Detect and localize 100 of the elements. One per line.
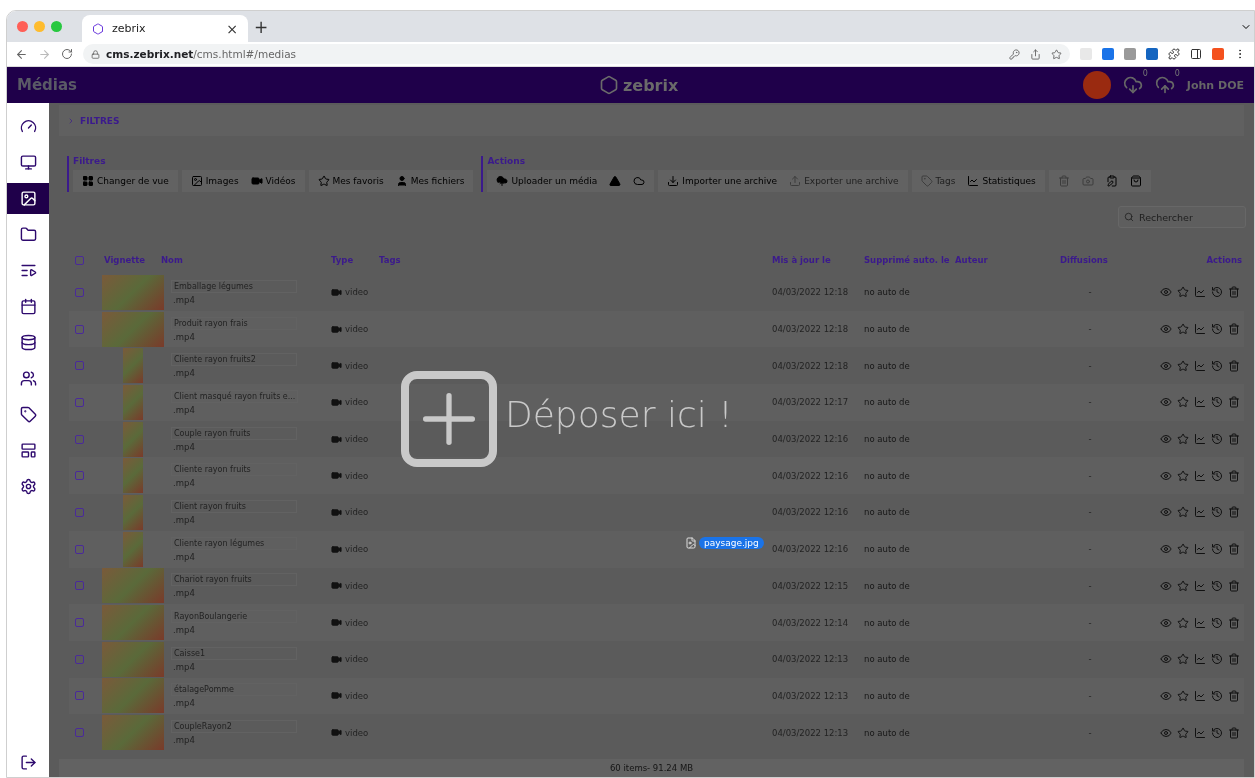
history-button[interactable] (1211, 726, 1223, 739)
delete-button[interactable] (1228, 323, 1240, 336)
favorite-button[interactable] (1177, 396, 1189, 409)
filters-toggle[interactable]: FILTRES (59, 105, 1244, 136)
extensions-icon[interactable] (1168, 48, 1180, 60)
delete-button[interactable] (1228, 433, 1240, 446)
history-button[interactable] (1211, 506, 1223, 519)
delete-button[interactable] (1228, 689, 1240, 702)
preview-button[interactable] (1160, 286, 1172, 299)
statistics-button[interactable] (1194, 433, 1206, 446)
delete-button[interactable] (1228, 579, 1240, 592)
statistics-button[interactable] (1194, 653, 1206, 666)
history-button[interactable] (1211, 396, 1223, 409)
preview-button[interactable] (1160, 396, 1172, 409)
history-button[interactable] (1211, 689, 1223, 702)
forward-icon[interactable] (38, 47, 51, 61)
statistics-button[interactable] (1194, 323, 1206, 336)
preview-button[interactable] (1160, 359, 1172, 372)
preview-button[interactable] (1160, 579, 1172, 592)
column-header[interactable]: Type (331, 255, 379, 265)
select-all-checkbox[interactable] (75, 255, 84, 265)
row-checkbox[interactable] (75, 544, 84, 554)
column-header[interactable]: Supprimé auto. le (864, 255, 955, 265)
preview-button[interactable] (1160, 616, 1172, 629)
statistics-button[interactable] (1194, 396, 1206, 409)
column-header[interactable]: Vignette (104, 255, 161, 265)
address-bar[interactable]: cms.zebrix.net/cms.html#/medias (83, 44, 1070, 64)
preview-button[interactable] (1160, 689, 1172, 702)
toolbar-button[interactable]: Changer de vue (77, 172, 174, 190)
favorite-button[interactable] (1177, 543, 1189, 556)
bookmark-star-icon[interactable] (1051, 48, 1062, 60)
preview-button[interactable] (1160, 433, 1172, 446)
cloud-download-icon[interactable] (1122, 75, 1143, 95)
browser-tab[interactable]: zebrix × (82, 15, 248, 42)
favorite-button[interactable] (1177, 359, 1189, 372)
avatar[interactable] (1082, 71, 1111, 99)
row-checkbox[interactable] (75, 618, 84, 628)
favorite-button[interactable] (1177, 469, 1189, 482)
close-tab-button[interactable]: × (226, 20, 238, 37)
delete-button[interactable] (1228, 653, 1240, 666)
row-checkbox[interactable] (75, 471, 84, 481)
profile-icon[interactable] (1212, 48, 1224, 60)
maximize-window-dot[interactable] (51, 21, 62, 32)
preview-button[interactable] (1160, 469, 1172, 482)
search-field[interactable]: Rechercher (1118, 206, 1246, 228)
delete-button[interactable] (1228, 286, 1240, 299)
new-tab-button[interactable]: + (254, 16, 269, 37)
history-button[interactable] (1211, 543, 1223, 556)
preview-button[interactable] (1160, 323, 1172, 336)
favorite-button[interactable] (1177, 579, 1189, 592)
extension-icon[interactable] (1102, 48, 1114, 60)
cloud-upload-icon[interactable] (1154, 75, 1175, 95)
row-checkbox[interactable] (75, 287, 84, 297)
toolbar-button[interactable]: Uploader un média (491, 172, 603, 190)
reload-icon[interactable] (61, 48, 73, 60)
back-icon[interactable] (15, 47, 28, 61)
row-checkbox[interactable] (75, 507, 84, 517)
favorite-button[interactable] (1177, 616, 1189, 629)
statistics-button[interactable] (1194, 359, 1206, 372)
statistics-button[interactable] (1194, 726, 1206, 739)
row-checkbox[interactable] (75, 691, 84, 701)
toolbar-button[interactable]: Vidéos (245, 172, 301, 190)
toolbar-button[interactable]: Mes favoris (312, 172, 389, 190)
statistics-button[interactable] (1194, 469, 1206, 482)
extension-icon[interactable] (1146, 48, 1158, 60)
statistics-button[interactable] (1194, 506, 1206, 519)
delete-button[interactable] (1228, 506, 1240, 519)
history-button[interactable] (1211, 359, 1223, 372)
statistics-button[interactable] (1194, 616, 1206, 629)
column-header[interactable]: Tags (379, 255, 772, 265)
statistics-button[interactable] (1194, 286, 1206, 299)
share-icon[interactable] (1030, 48, 1041, 60)
delete-button[interactable] (1228, 616, 1240, 629)
history-button[interactable] (1211, 323, 1223, 336)
row-checkbox[interactable] (75, 324, 84, 334)
delete-button[interactable] (1228, 359, 1240, 372)
extension-icon[interactable] (1124, 48, 1136, 60)
favorite-button[interactable] (1177, 286, 1189, 299)
preview-button[interactable] (1160, 726, 1172, 739)
column-header[interactable]: Nom (161, 255, 331, 265)
statistics-button[interactable] (1194, 689, 1206, 702)
side-panel-icon[interactable] (1190, 48, 1202, 60)
row-checkbox[interactable] (75, 728, 84, 738)
preview-button[interactable] (1160, 543, 1172, 556)
row-checkbox[interactable] (75, 397, 84, 407)
favorite-button[interactable] (1177, 653, 1189, 666)
history-button[interactable] (1211, 433, 1223, 446)
column-header[interactable]: Mis à jour le (772, 255, 864, 265)
statistics-button[interactable] (1194, 543, 1206, 556)
row-checkbox[interactable] (75, 581, 84, 591)
history-button[interactable] (1211, 653, 1223, 666)
preview-button[interactable] (1160, 506, 1172, 519)
toolbar-button[interactable]: Statistiques (962, 172, 1041, 190)
close-window-dot[interactable] (17, 21, 28, 32)
toolbar-button[interactable]: Mes fichiers (390, 172, 470, 190)
sidebar-item[interactable] (7, 183, 49, 214)
statistics-button[interactable] (1194, 579, 1206, 592)
column-header[interactable]: Diffusions (1060, 255, 1120, 265)
history-button[interactable] (1211, 579, 1223, 592)
toolbar-button[interactable]: Images (185, 172, 244, 190)
